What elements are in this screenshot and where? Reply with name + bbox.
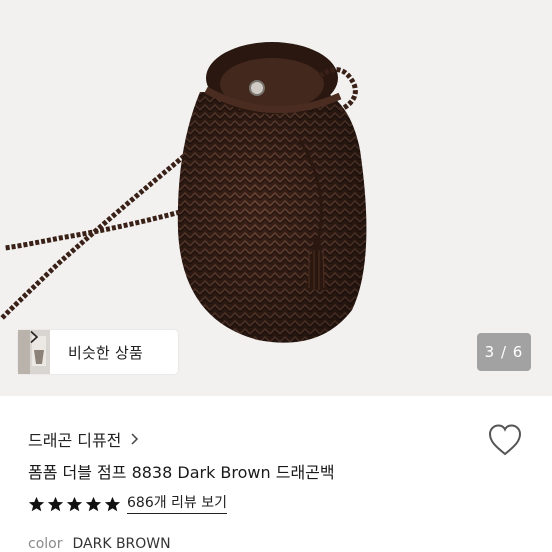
color-option: color DARK BROWN [28, 536, 171, 552]
similar-products-button[interactable]: 비슷한 상품 [18, 330, 178, 374]
view-reviews-link[interactable]: 686개 리뷰 보기 [127, 495, 228, 514]
star-rating [28, 496, 121, 513]
chevron-right-icon [30, 330, 39, 344]
brand-name: 드래곤 디퓨전 [28, 431, 122, 450]
color-value: DARK BROWN [72, 536, 171, 552]
color-label: color [28, 536, 63, 552]
star-icon [66, 496, 83, 512]
similar-products-label: 비슷한 상품 [68, 343, 143, 362]
star-icon [47, 496, 64, 512]
product-image-gallery[interactable]: 비슷한 상품 3 / 6 [0, 0, 552, 396]
product-title: 폼폼 더블 점프 8838 Dark Brown 드래곤백 [28, 463, 335, 482]
star-icon [85, 496, 102, 512]
brand-link[interactable]: 드래곤 디퓨전 [28, 427, 140, 451]
rating-row: 686개 리뷰 보기 [28, 495, 228, 514]
heart-outline-icon[interactable] [487, 423, 523, 457]
image-counter: 3 / 6 [477, 333, 531, 371]
star-icon [28, 496, 45, 512]
chevron-right-icon [131, 433, 139, 445]
star-icon [104, 496, 121, 512]
